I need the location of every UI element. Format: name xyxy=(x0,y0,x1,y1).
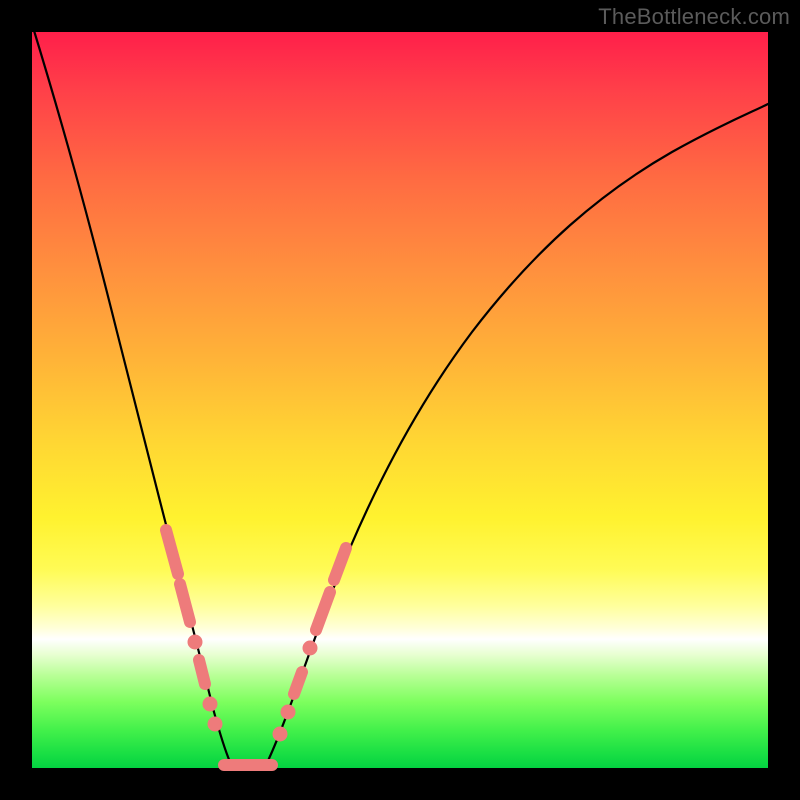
watermark-text: TheBottleneck.com xyxy=(598,4,790,30)
bead-right-2 xyxy=(281,705,295,719)
bead-left-6 xyxy=(208,717,222,731)
bead-right-6 xyxy=(334,548,346,580)
bead-right-3 xyxy=(294,672,302,694)
curve-left-branch xyxy=(32,24,232,766)
plot-area xyxy=(32,32,768,768)
bead-left-4 xyxy=(199,660,205,684)
bead-left-3 xyxy=(188,635,202,649)
bead-right-4 xyxy=(303,641,317,655)
bead-left-1 xyxy=(166,530,178,574)
curve-svg xyxy=(32,32,768,768)
bead-right-5 xyxy=(316,592,330,630)
chart-frame: TheBottleneck.com xyxy=(0,0,800,800)
curve-right-branch xyxy=(266,104,768,765)
bead-right-1 xyxy=(273,727,287,741)
right-bead-cluster xyxy=(273,548,346,741)
bead-left-2 xyxy=(180,584,190,622)
bead-left-5 xyxy=(203,697,217,711)
